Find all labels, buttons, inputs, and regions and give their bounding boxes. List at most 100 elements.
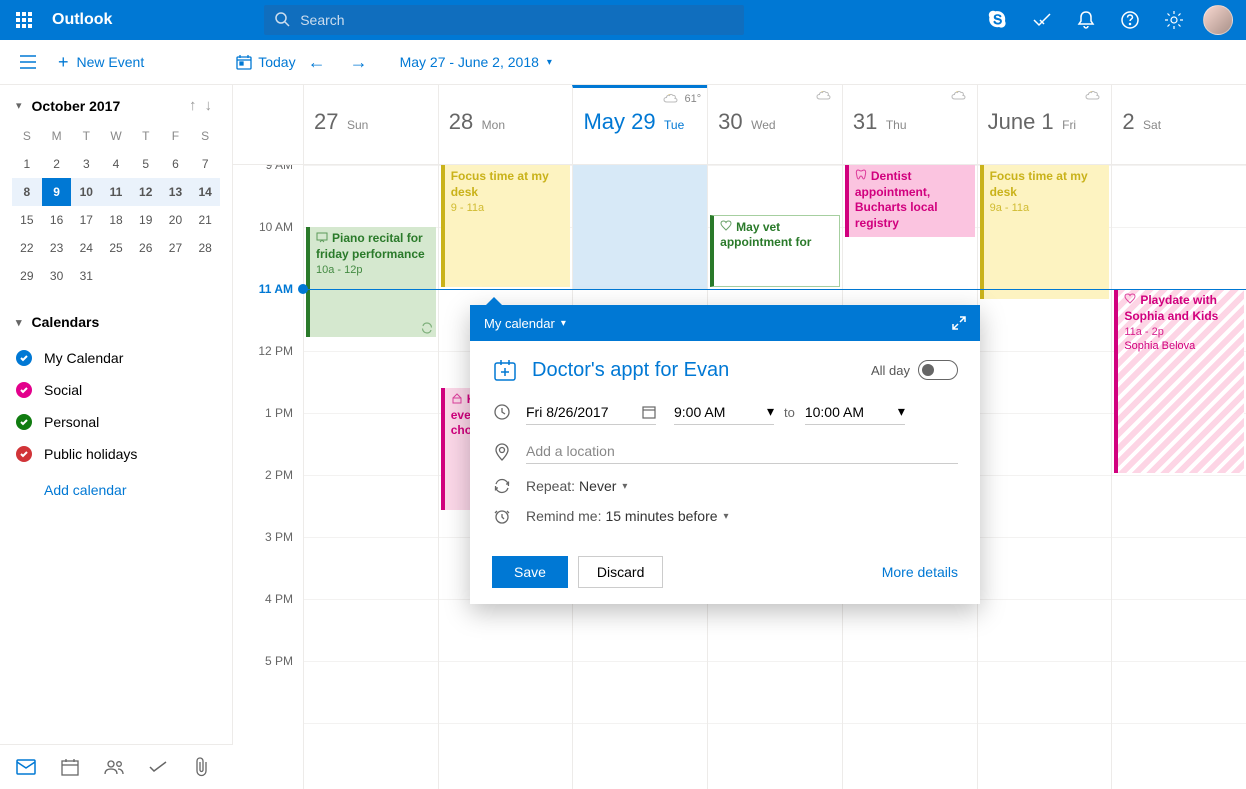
- mini-cal-day[interactable]: 9: [42, 178, 72, 206]
- search-box[interactable]: [264, 5, 744, 35]
- next-week-button[interactable]: →: [338, 52, 380, 73]
- mini-cal-collapse-icon[interactable]: ▾: [16, 99, 22, 112]
- discard-button[interactable]: Discard: [578, 556, 663, 588]
- calendar-event[interactable]: Focus time at my desk9a - 11a: [980, 165, 1110, 299]
- more-details-link[interactable]: More details: [882, 564, 958, 580]
- mini-cal-day[interactable]: 25: [101, 234, 131, 262]
- mini-cal-day[interactable]: 10: [71, 178, 101, 206]
- remind-value: 15 minutes before: [605, 508, 717, 524]
- date-range-picker[interactable]: May 27 - June 2, 2018 ▾: [400, 54, 552, 70]
- mini-cal-day[interactable]: 24: [71, 234, 101, 262]
- calendar-label: Social: [44, 382, 82, 398]
- calendars-section-header[interactable]: ▾ Calendars: [16, 314, 216, 330]
- mini-cal-day[interactable]: 19: [131, 206, 161, 234]
- mini-cal-prev-icon[interactable]: ↑: [185, 97, 201, 114]
- mini-cal-day[interactable]: 22: [12, 234, 42, 262]
- mini-cal-day[interactable]: 28: [190, 234, 220, 262]
- search-input[interactable]: [264, 5, 744, 35]
- today-button[interactable]: Today: [236, 54, 295, 70]
- all-day-toggle[interactable]: [918, 360, 958, 380]
- mini-cal-day[interactable]: 7: [190, 150, 220, 178]
- day-header[interactable]: 2 Sat: [1111, 85, 1246, 164]
- calendar-event[interactable]: Playdate with Sophia and Kids11a - 2pSop…: [1114, 289, 1244, 473]
- day-header[interactable]: 27 Sun: [303, 85, 438, 164]
- mini-cal-month[interactable]: October 2017: [32, 98, 185, 114]
- settings-icon[interactable]: [1152, 0, 1196, 40]
- mini-cal-day[interactable]: 2: [42, 150, 72, 178]
- attachments-icon[interactable]: [180, 757, 224, 777]
- add-calendar-link[interactable]: Add calendar: [16, 470, 216, 498]
- day-column[interactable]: Playdate with Sophia and Kids11a - 2pSop…: [1111, 165, 1246, 789]
- mini-cal-day[interactable]: 27: [161, 234, 191, 262]
- location-input[interactable]: Add a location: [526, 439, 958, 464]
- time-label: 3 PM: [233, 530, 303, 592]
- day-header[interactable]: 28 Mon: [438, 85, 573, 164]
- prev-week-button[interactable]: ←: [296, 52, 338, 73]
- day-header[interactable]: 31 Thu: [842, 85, 977, 164]
- end-time-picker[interactable]: 10:00 AM ▾: [805, 399, 905, 425]
- tasks-icon[interactable]: [1020, 0, 1064, 40]
- save-button[interactable]: Save: [492, 556, 568, 588]
- start-time-picker[interactable]: 9:00 AM ▾: [674, 399, 774, 425]
- weather-icon: [951, 89, 971, 103]
- repeat-value: Never: [579, 478, 616, 494]
- mini-cal-day[interactable]: 11: [101, 178, 131, 206]
- mini-cal-day[interactable]: 29: [12, 262, 42, 290]
- event-title-input[interactable]: Doctor's appt for Evan: [532, 359, 871, 382]
- new-event-button[interactable]: + New Event: [48, 52, 154, 73]
- menu-toggle-icon[interactable]: [8, 55, 48, 69]
- date-picker[interactable]: Fri 8/26/2017: [526, 400, 656, 425]
- mini-cal-day[interactable]: 18: [101, 206, 131, 234]
- tasks-module-icon[interactable]: [136, 760, 180, 774]
- calendar-event[interactable]: Piano recital for friday performance10a …: [306, 227, 436, 337]
- mini-cal-day[interactable]: 4: [101, 150, 131, 178]
- mini-cal-day[interactable]: 14: [190, 178, 220, 206]
- app-launcher-icon[interactable]: [0, 0, 48, 40]
- calendar-item[interactable]: Social: [16, 374, 216, 406]
- start-time-value: 9:00 AM: [674, 404, 725, 420]
- help-icon[interactable]: [1108, 0, 1152, 40]
- calendar-event[interactable]: Dentist appointment, Bucharts local regi…: [845, 165, 975, 237]
- day-header[interactable]: 61°May 29 Tue: [572, 85, 707, 164]
- mini-cal-next-icon[interactable]: ↓: [201, 97, 217, 114]
- mini-cal-day[interactable]: 3: [71, 150, 101, 178]
- mini-cal-day[interactable]: 20: [161, 206, 191, 234]
- mini-cal-day[interactable]: 30: [42, 262, 72, 290]
- date-value: Fri 8/26/2017: [526, 404, 609, 420]
- mail-icon[interactable]: [4, 759, 48, 775]
- calendar-item[interactable]: My Calendar: [16, 342, 216, 374]
- mini-cal-day[interactable]: 8: [12, 178, 42, 206]
- mini-cal-day[interactable]: 26: [131, 234, 161, 262]
- selection-slot[interactable]: [573, 165, 707, 289]
- remind-picker[interactable]: 15 minutes before ▾: [605, 508, 728, 524]
- calendar-event[interactable]: May vet appointment for: [710, 215, 840, 287]
- mini-calendar: SMTWTFS 12345678910111213141516171819202…: [0, 122, 232, 290]
- quick-create-calendar-label[interactable]: My calendar: [484, 316, 555, 331]
- day-column[interactable]: Piano recital for friday performance10a …: [303, 165, 438, 789]
- mini-cal-day[interactable]: 16: [42, 206, 72, 234]
- calendar-event[interactable]: Focus time at my desk9 - 11a: [441, 165, 571, 287]
- mini-cal-day[interactable]: 31: [71, 262, 101, 290]
- mini-cal-day[interactable]: 23: [42, 234, 72, 262]
- mini-cal-day[interactable]: 15: [12, 206, 42, 234]
- mini-cal-day[interactable]: 6: [161, 150, 191, 178]
- mini-cal-day[interactable]: 21: [190, 206, 220, 234]
- mini-cal-day[interactable]: 5: [131, 150, 161, 178]
- day-column[interactable]: Focus time at my desk9a - 11a: [977, 165, 1112, 789]
- expand-icon[interactable]: [952, 316, 966, 330]
- calendar-module-icon[interactable]: [48, 758, 92, 776]
- skype-icon[interactable]: [976, 0, 1020, 40]
- calendar-item[interactable]: Personal: [16, 406, 216, 438]
- repeat-picker[interactable]: Never ▾: [579, 478, 627, 494]
- mini-cal-day[interactable]: 12: [131, 178, 161, 206]
- mini-cal-day[interactable]: 1: [12, 150, 42, 178]
- people-icon[interactable]: [92, 759, 136, 775]
- calendar-item[interactable]: Public holidays: [16, 438, 216, 470]
- profile-avatar[interactable]: [1196, 0, 1240, 40]
- time-label: 12 PM: [233, 344, 303, 406]
- day-header[interactable]: 30 Wed: [707, 85, 842, 164]
- mini-cal-day[interactable]: 17: [71, 206, 101, 234]
- notifications-icon[interactable]: [1064, 0, 1108, 40]
- mini-cal-day[interactable]: 13: [161, 178, 191, 206]
- day-header[interactable]: June 1 Fri: [977, 85, 1112, 164]
